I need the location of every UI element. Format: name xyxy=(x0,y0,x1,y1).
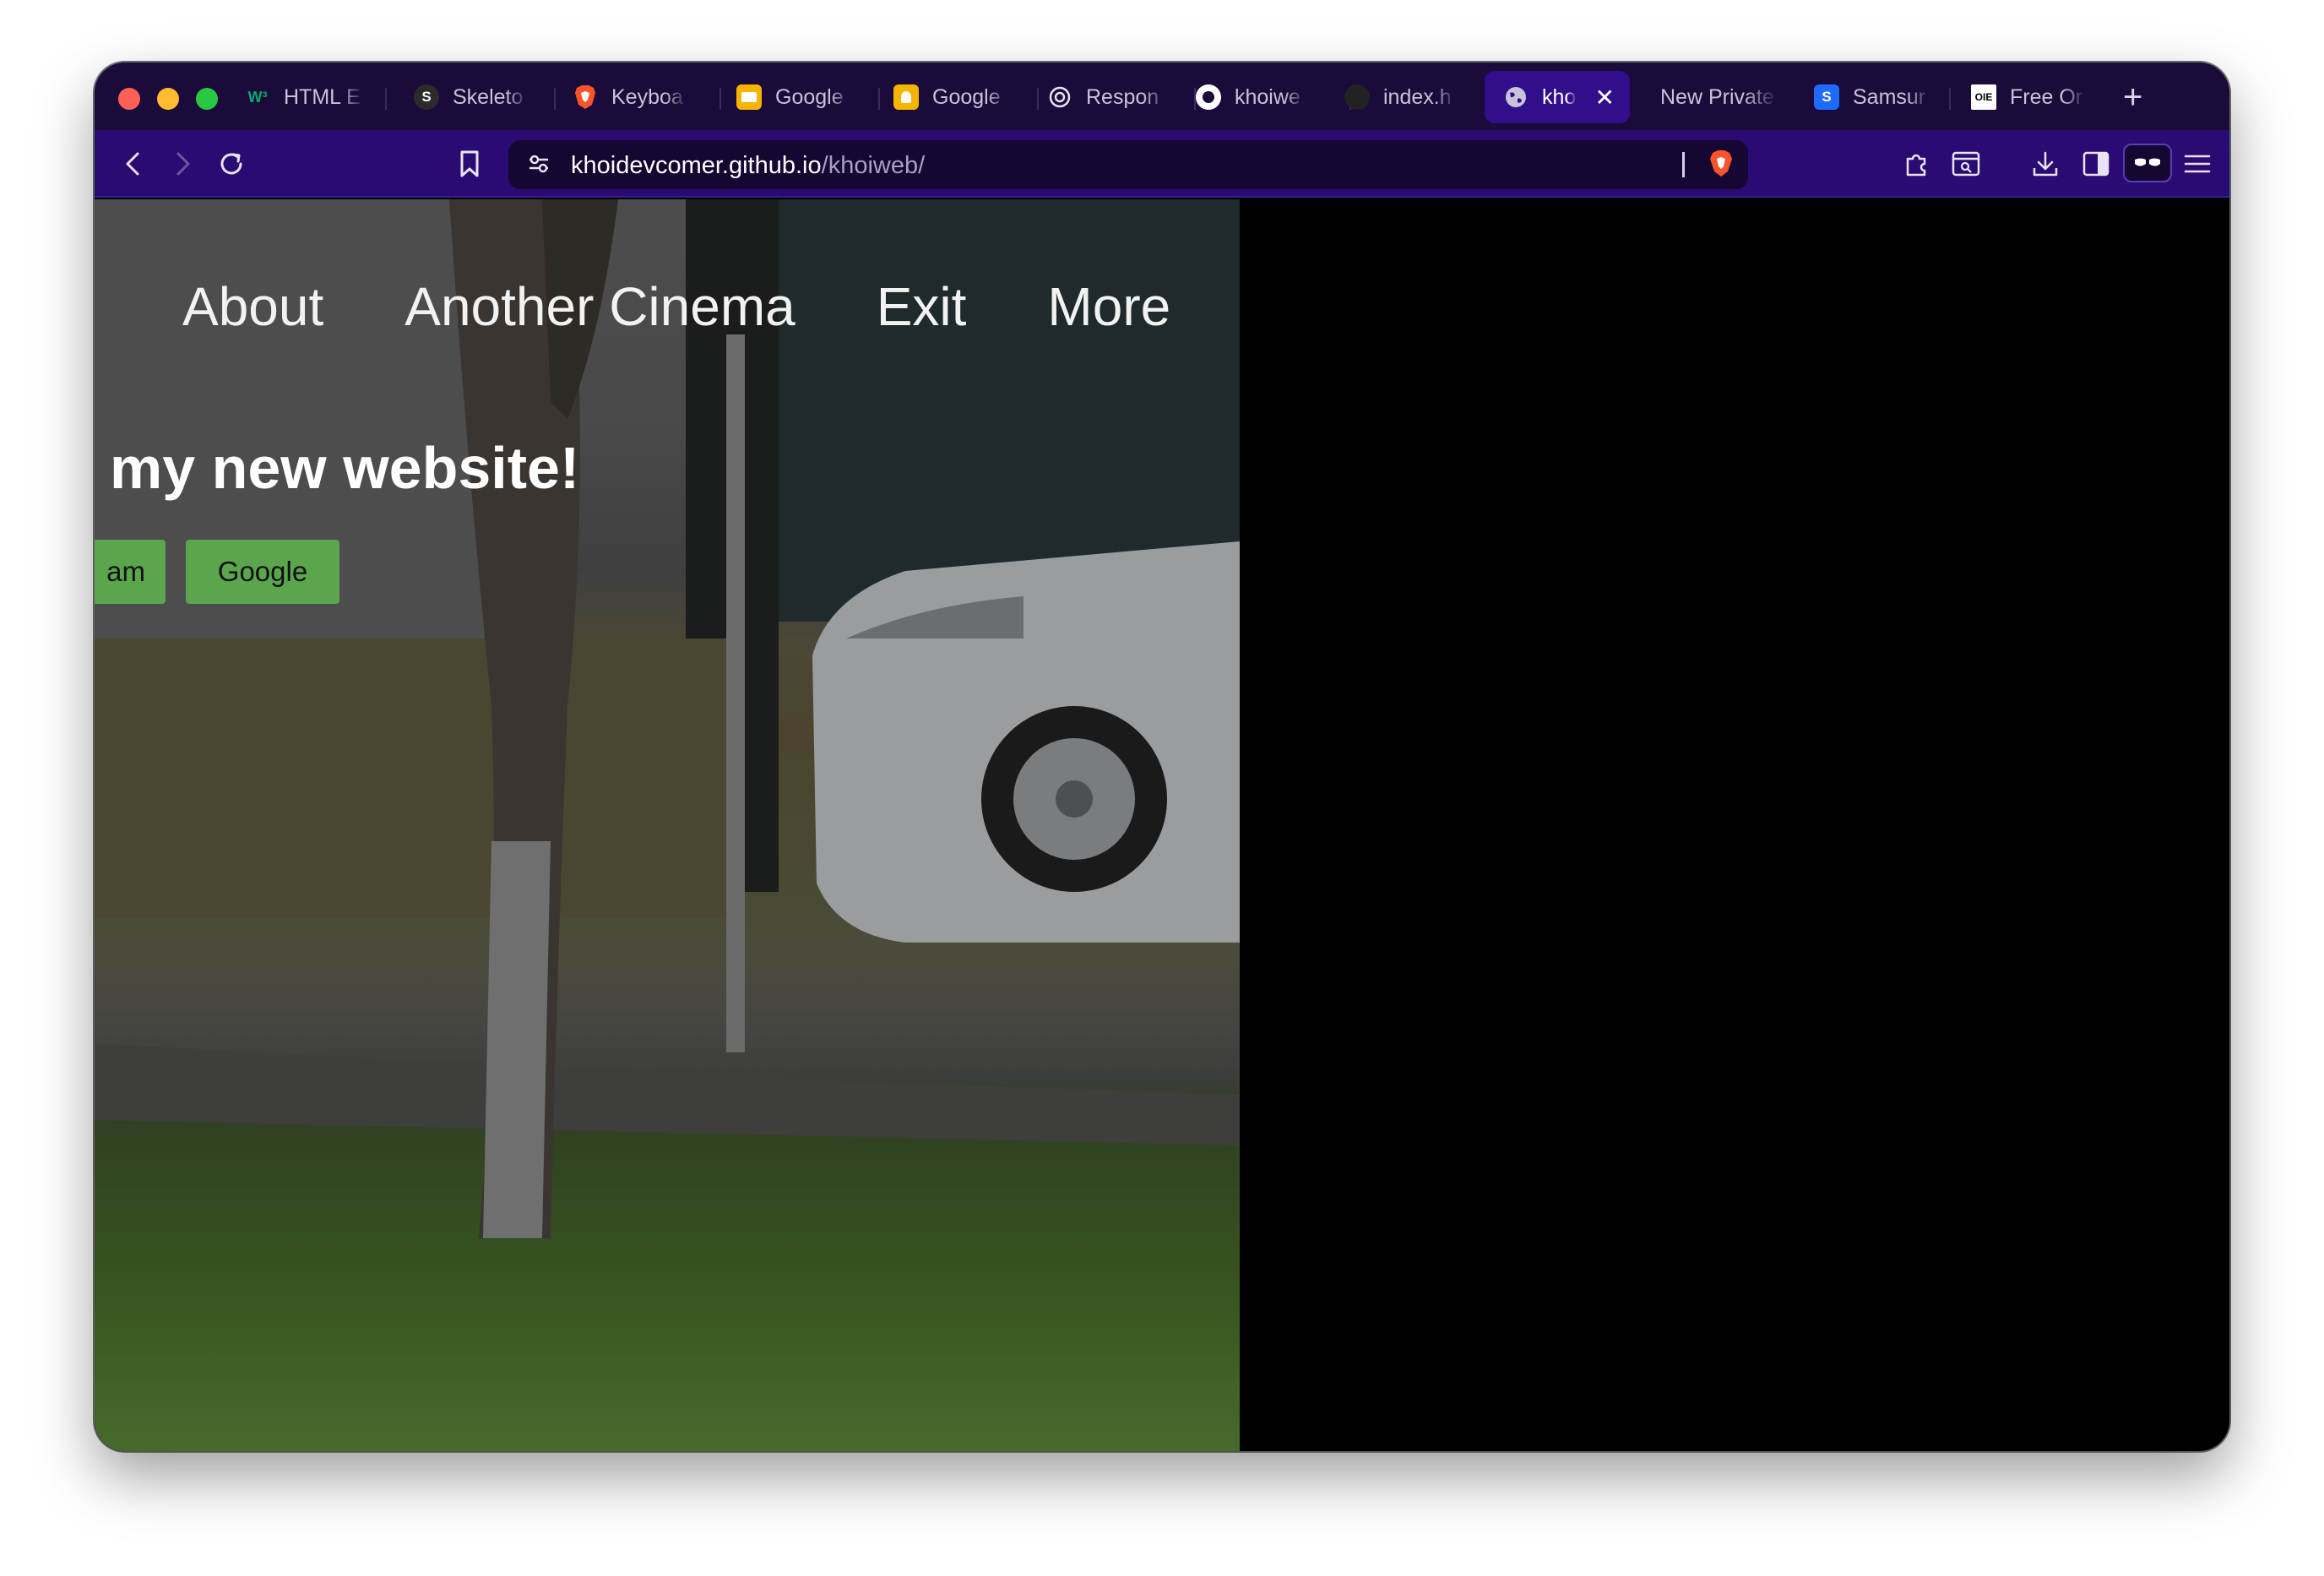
google-keep-icon xyxy=(893,84,919,110)
brave-icon xyxy=(573,84,598,110)
globe-icon xyxy=(1503,84,1529,110)
tab-new-private[interactable]: New Private xyxy=(1660,71,1787,123)
tab-divider xyxy=(878,88,880,110)
samsung-icon: S xyxy=(1814,84,1839,110)
tab-label: khoiwe xyxy=(1235,84,1300,109)
tab-label: Google xyxy=(932,84,1001,109)
google-slides-icon xyxy=(736,84,762,110)
tab-label: Samsur xyxy=(1853,84,1926,109)
forward-icon[interactable] xyxy=(166,147,199,181)
tab-label: Respon xyxy=(1086,84,1159,109)
tab-html[interactable]: W³ HTML E xyxy=(245,71,372,123)
tab-samsung[interactable]: S Samsur xyxy=(1814,71,1941,123)
tab-index[interactable]: index.h xyxy=(1344,71,1471,123)
tab-label: Keyboa xyxy=(611,84,683,109)
bookmark-icon[interactable] xyxy=(453,147,486,181)
tab-khoiweb-github[interactable]: khoiwe xyxy=(1196,71,1322,123)
new-tab-button[interactable]: + xyxy=(2123,76,2142,118)
tab-divider xyxy=(554,88,556,110)
reload-icon[interactable] xyxy=(214,147,248,181)
tab-label: New Private xyxy=(1660,84,1774,109)
url-path: /khoiweb/ xyxy=(821,152,926,179)
oie-icon: OIE xyxy=(1971,84,1996,110)
site-nav: About Another Cinema Exit More xyxy=(182,275,1170,338)
back-icon[interactable] xyxy=(117,147,150,181)
tab-free-online[interactable]: OIE Free Or xyxy=(1971,71,2098,123)
tab-google-slides[interactable]: Google xyxy=(736,71,863,123)
hero-headline: my new website! xyxy=(110,435,580,501)
browser-toolbar: khoidevcomer.github.io/khoiweb/ xyxy=(95,130,2229,198)
tab-label: Free Or xyxy=(2010,84,2083,109)
github-icon xyxy=(1344,84,1370,110)
leo-ai-icon[interactable] xyxy=(1949,147,1983,181)
partial-link-button[interactable]: am xyxy=(95,540,166,604)
close-tab-icon[interactable]: ✕ xyxy=(1595,84,1615,111)
tab-label: kho xyxy=(1542,84,1577,109)
tab-label: HTML E xyxy=(284,84,361,109)
nav-link-about[interactable]: About xyxy=(182,275,323,338)
site-settings-icon[interactable] xyxy=(522,147,556,181)
tab-keyboard[interactable]: Keyboa xyxy=(573,71,699,123)
tab-strip: W³ HTML E S Skeleto Keyboa Google Google… xyxy=(95,62,2229,130)
tab-khoiweb-active[interactable]: kho ✕ xyxy=(1485,71,1630,123)
tab-label: index.h xyxy=(1383,84,1452,109)
zoom-window-button[interactable] xyxy=(196,88,218,110)
tab-divider xyxy=(1037,88,1039,110)
close-window-button[interactable] xyxy=(118,88,140,110)
hero-background-image xyxy=(95,199,1240,1238)
page-viewport: About Another Cinema Exit More my new we… xyxy=(95,199,2229,1451)
nav-link-more[interactable]: More xyxy=(1047,275,1170,338)
tab-response[interactable]: Respon xyxy=(1047,71,1182,123)
tab-divider xyxy=(719,88,721,110)
brave-shields-icon[interactable] xyxy=(1704,147,1738,181)
menu-icon[interactable] xyxy=(2180,147,2214,181)
w3schools-icon: W³ xyxy=(247,88,268,106)
text-cursor xyxy=(1682,152,1685,177)
url-domain: khoidevcomer.github.io xyxy=(571,152,822,179)
sidebar-icon[interactable] xyxy=(2079,147,2113,181)
tab-divider xyxy=(385,88,387,110)
tab-google-keep[interactable]: Google xyxy=(893,71,1020,123)
google-button[interactable]: Google xyxy=(186,540,339,604)
nav-link-another-cinema[interactable]: Another Cinema xyxy=(405,275,795,338)
url-text[interactable]: khoidevcomer.github.io/khoiweb/ xyxy=(571,152,925,180)
tab-label: Skeleto xyxy=(453,84,524,109)
private-window-icon[interactable] xyxy=(2123,144,2172,182)
tab-divider xyxy=(1949,88,1951,110)
download-icon[interactable] xyxy=(2028,147,2062,181)
github-icon xyxy=(1196,84,1221,110)
openai-icon xyxy=(1047,84,1072,110)
tab-skeleton[interactable]: S Skeleto xyxy=(414,71,540,123)
address-bar[interactable]: khoidevcomer.github.io/khoiweb/ xyxy=(508,140,1748,189)
minimize-window-button[interactable] xyxy=(157,88,179,110)
browser-window: W³ HTML E S Skeleto Keyboa Google Google… xyxy=(95,62,2229,1451)
tab-label: Google xyxy=(775,84,844,109)
nav-link-exit[interactable]: Exit xyxy=(877,275,967,338)
skeleton-icon: S xyxy=(414,84,439,110)
extensions-icon[interactable] xyxy=(1900,147,1934,181)
hero-section: About Another Cinema Exit More my new we… xyxy=(95,199,1240,1451)
